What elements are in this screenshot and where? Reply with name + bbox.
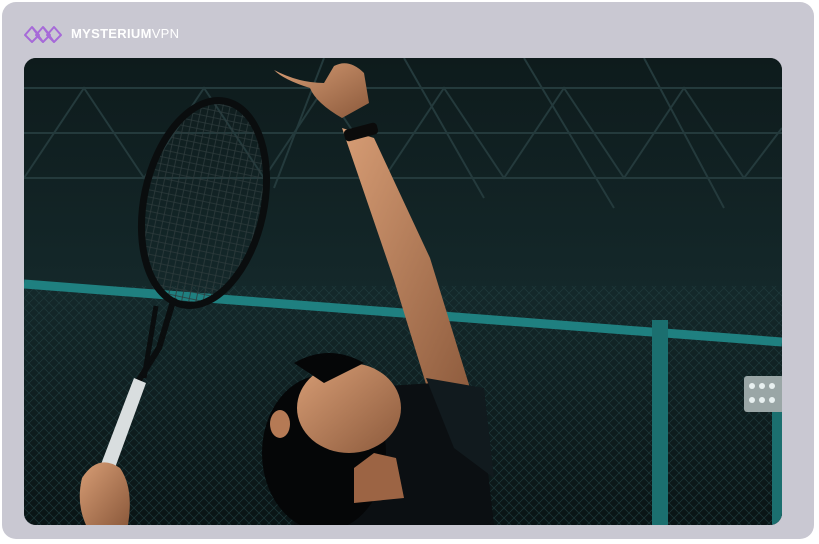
ad-frame: MYSTERIUMVPN	[2, 2, 814, 539]
mysterium-logo-icon	[24, 26, 62, 43]
gripping-hand	[79, 462, 130, 525]
fence-post	[652, 320, 668, 525]
brand-name-light: VPN	[151, 26, 180, 41]
brand-name-strong: MYSTERIUM	[71, 26, 152, 41]
brand-header: MYSTERIUMVPN	[23, 23, 179, 45]
tennis-scene-illustration	[24, 58, 782, 525]
brand-wordmark: MYSTERIUMVPN	[71, 23, 179, 45]
hero-photo	[24, 58, 782, 525]
stadium-light	[744, 376, 782, 412]
